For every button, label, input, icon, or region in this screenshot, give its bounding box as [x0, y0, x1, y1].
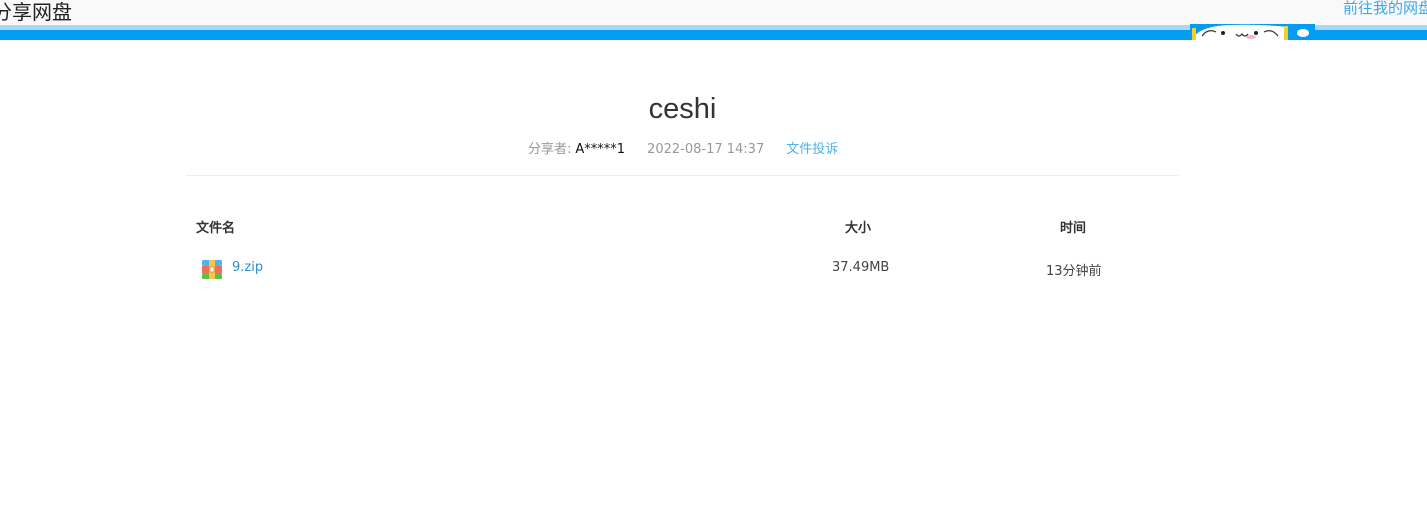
share-title: ceshi [648, 93, 717, 125]
file-name-link[interactable]: 9.zip [232, 260, 263, 275]
column-header-name: 文件名 [196, 221, 236, 236]
file-time: 13分钟前 [1046, 264, 1102, 279]
mascot-decoration [1190, 24, 1315, 40]
brand-title: 分享网盘 [0, 0, 72, 24]
top-navbar: 分享网盘 前往我的网盘 [0, 0, 1427, 25]
column-header-size: 大小 [845, 221, 872, 236]
column-header-time: 时间 [1060, 221, 1087, 236]
sharer-label: 分享者: [528, 142, 572, 157]
share-date: 2022-08-17 14:37 [647, 142, 765, 157]
sharer-name: A*****1 [575, 142, 626, 157]
my-drive-link[interactable]: 前往我的网盘 [1343, 0, 1427, 18]
share-meta: 分享者: A*****1 2022-08-17 14:37 文件投诉 [528, 138, 838, 157]
table-row[interactable] [186, 252, 1179, 284]
zip-file-icon [202, 260, 222, 279]
report-file-link[interactable]: 文件投诉 [786, 142, 838, 157]
divider [186, 175, 1179, 176]
file-size: 37.49MB [832, 260, 890, 275]
